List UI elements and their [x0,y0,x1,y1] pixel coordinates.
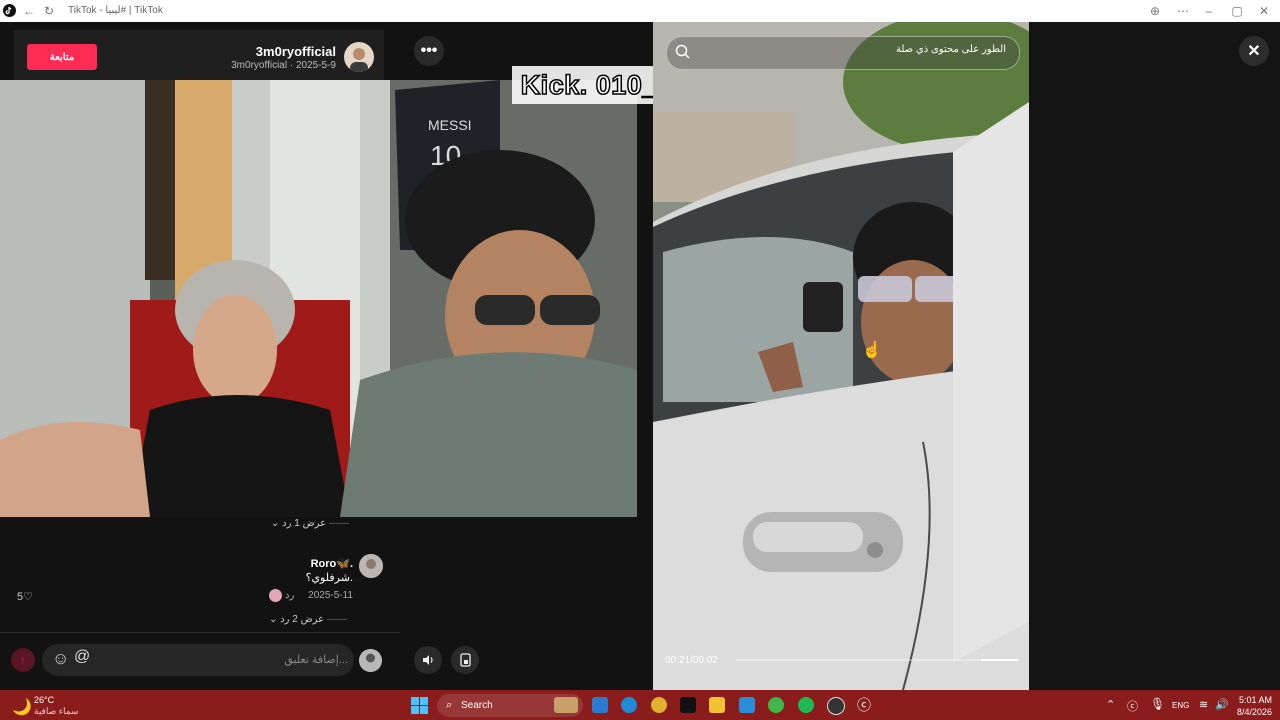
tray-chevron-icon[interactable]: ⌃ [1106,698,1115,711]
taskbar [0,690,1280,720]
mouse-cursor-icon: ☝ [862,342,882,359]
minimize-icon[interactable]: – [1202,4,1216,18]
main-video[interactable]: MESSI 10 [0,80,637,517]
author-liked-avatar [269,589,282,602]
comment-placeholder: إضافة تعليق... [284,654,348,666]
microphone-icon[interactable]: 🎙 [1150,697,1165,711]
commenter-name[interactable]: Roro🦋. [250,557,353,570]
more-options-icon[interactable]: ⋯ [1176,4,1190,18]
follow-button[interactable]: متابعة [27,44,97,70]
my-avatar[interactable] [359,649,382,672]
progress-bar[interactable] [736,659,1018,661]
file-explorer-icon[interactable] [709,697,725,713]
like-count-area[interactable]: 5♡ [17,590,33,603]
taskbar-search-icon: ⌕ [446,699,453,711]
chevron-down-icon: ⌄ [271,518,280,529]
chevron-down-icon: ⌄ [269,614,278,625]
maximize-icon[interactable]: ▢ [1230,4,1244,18]
related-search-placeholder: الطور على محتوى ذي صلة [895,44,1006,55]
view-replies-toggle-2[interactable]: ⌄ عرض 2 رد —— [269,614,347,625]
reply-link[interactable]: رد [285,590,294,601]
language-indicator[interactable]: ENG [1172,701,1189,710]
back-icon[interactable]: ← [22,4,36,18]
post-comment-button[interactable]: ↑ [11,648,35,672]
view-replies-label: عرض 1 رد [282,518,327,529]
wifi-icon[interactable]: ≋ [1199,698,1208,711]
search-icon[interactable] [675,44,691,60]
title-bar: ← ↻ TikTok - ليبيا# | TikTok ⊕ ⋯ – ▢ ✕ [0,0,1280,22]
moon-weather-icon: 🌙 [12,699,32,716]
torrent-icon[interactable] [768,697,784,713]
weather-temp: 26°C [34,695,55,705]
obs-icon[interactable] [827,697,845,715]
svg-text:MESSI: MESSI [428,117,472,133]
main-video-frame: MESSI 10 [0,80,637,517]
search-highlight-icon [554,697,578,713]
heart-icon: ♡ [23,591,33,603]
divider-line: —— [328,518,349,529]
spotify-icon[interactable] [798,697,814,713]
comment-text: شرفلوي؟. [305,572,353,584]
divider-line: —— [326,614,347,625]
weather-desc: سماء صافية [34,706,79,716]
view-replies-label: عرض 2 رد [280,614,325,625]
playback-time: 00:21/00:02 [665,655,718,666]
store-icon[interactable] [739,697,755,713]
refresh-icon[interactable]: ↻ [42,4,56,18]
mention-icon[interactable]: @ [74,648,92,668]
comment-date: 2025-5-11 [308,590,353,601]
creator-avatar[interactable] [344,42,374,72]
app-icon-1[interactable] [592,697,608,713]
clock-date[interactable]: 8/4/2026 [1228,707,1272,717]
tiktok-app-icon [2,3,16,17]
taskbar-search-label: Search [461,700,493,711]
window-title: TikTok - ليبيا# | TikTok [68,5,163,16]
zoom-icon[interactable]: ⊕ [1148,4,1162,18]
tiktok-icon[interactable] [680,697,696,713]
right-backdrop [1029,22,1280,690]
mini-player-button[interactable] [451,646,479,674]
emoji-icon[interactable]: ☺ [52,650,70,668]
windows-start-icon[interactable] [411,697,428,714]
progress-fill [981,659,1018,661]
more-options-button[interactable]: ••• [414,36,444,66]
pip-icon [459,653,471,667]
edge-icon[interactable] [621,697,637,713]
related-video-frame [653,22,1029,690]
speaker-icon [423,655,433,665]
comment-input-divider [0,632,400,633]
volume-tray-icon[interactable]: 🔊 [1215,698,1229,711]
creator-subtitle: 3m0ryofficial · 2025-5-9 [231,60,336,71]
chrome-icon[interactable] [651,697,667,713]
related-video[interactable] [653,22,1029,690]
commenter-avatar[interactable] [359,554,383,578]
volume-button[interactable] [414,646,442,674]
view-replies-toggle-1[interactable]: ⌄ عرض 1 رد —— [271,518,349,529]
close-window-icon[interactable]: ✕ [1257,4,1271,18]
close-player-button[interactable]: ✕ [1239,36,1269,66]
copilot-icon[interactable]: ⓒ [856,697,872,713]
clock-time[interactable]: 5:01 AM [1232,695,1272,705]
creator-username[interactable]: 3m0ryofficial [200,44,336,59]
tray-app-icon[interactable]: ⓒ [1127,698,1138,714]
